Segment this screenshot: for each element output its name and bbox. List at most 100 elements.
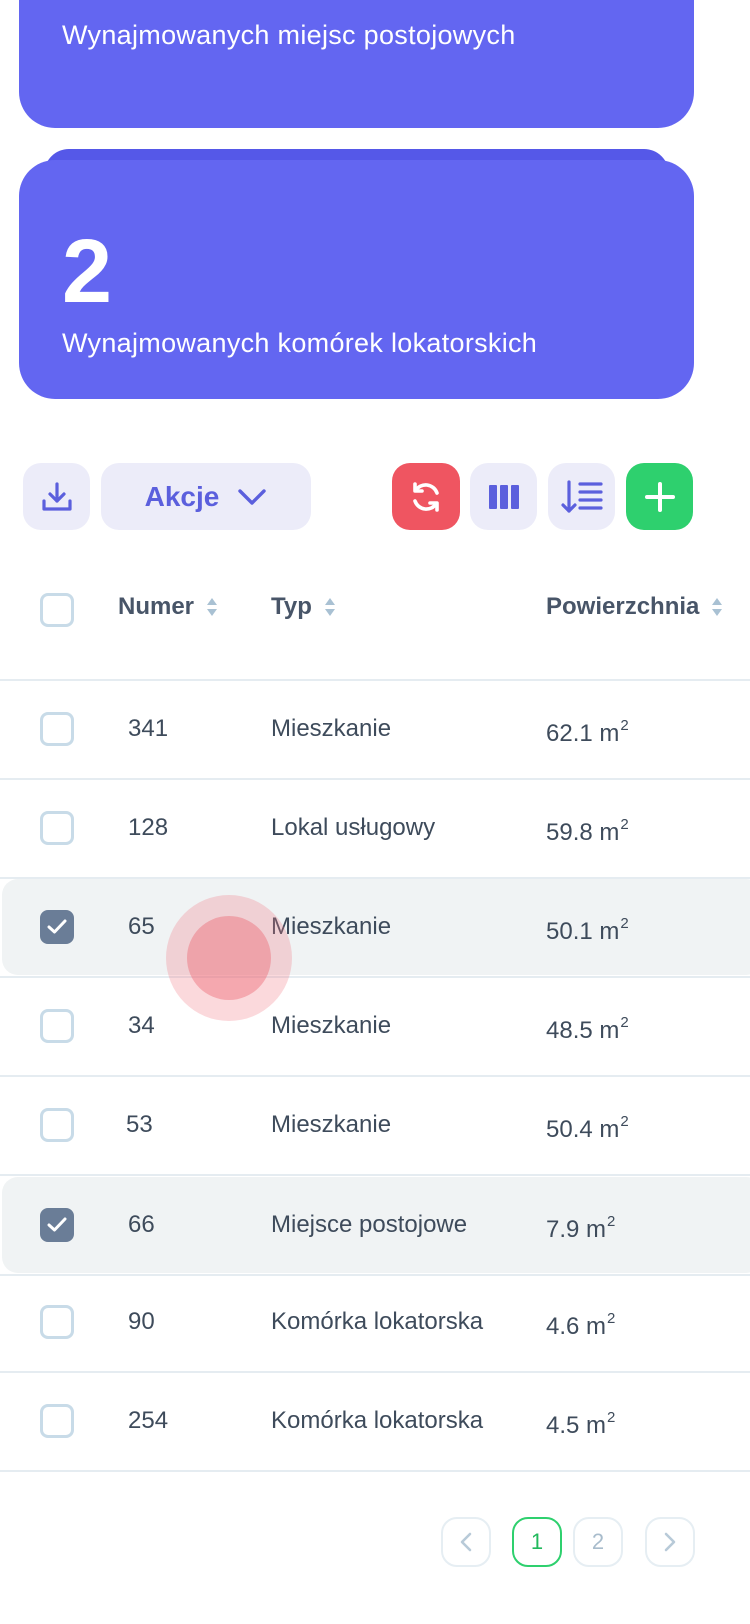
row-area-exponent: 2 [620,1113,629,1130]
row-area: 50.1 m2 [546,915,629,946]
chevron-down-icon [238,488,267,505]
row-area: 50.4 m2 [546,1113,629,1144]
row-area-value: 50.1 [546,918,593,945]
table-row-divider [0,778,750,780]
chevron-right-icon [664,1532,676,1552]
stat-card-parking[interactable]: 5 Wynajmowanych miejsc postojowych [19,0,694,128]
row-area-exponent: 2 [620,717,629,734]
page-number: 2 [591,1529,605,1554]
row-number: 53 [126,1111,153,1138]
row-checkbox[interactable] [40,910,74,944]
row-area-unit: m [599,1116,620,1143]
row-number: 341 [128,715,169,742]
prev-page-button[interactable] [441,1517,491,1567]
column-header-type[interactable]: Typ [271,593,336,621]
columns-button[interactable] [470,463,537,530]
table-row-divider [0,1174,750,1176]
table-row-divider [0,976,750,978]
row-area-unit: m [599,720,620,747]
row-area-value: 7.9 [546,1216,580,1243]
download-icon [41,481,72,511]
row-area-exponent: 2 [620,816,629,833]
row-type: Komórka lokatorska [271,1308,484,1335]
row-type: Mieszkanie [271,715,392,742]
select-all-checkbox[interactable] [40,593,74,627]
check-icon [47,1217,67,1232]
actions-dropdown-label: Akcje [144,480,220,512]
row-area: 4.6 m2 [546,1310,615,1341]
plus-icon [644,481,675,512]
row-area-unit: m [599,819,620,846]
row-area-value: 50.4 [546,1116,593,1143]
stat-card-number: 2 [62,222,113,322]
row-area-unit: m [599,1017,620,1044]
stat-card-number: 5 [62,0,112,10]
row-number: 66 [128,1211,155,1238]
row-number: 90 [128,1308,155,1335]
sort-arrows-icon [712,598,723,616]
table-row-divider [0,1371,750,1373]
row-area-unit: m [586,1216,607,1243]
row-number: 34 [128,1012,155,1039]
row-checkbox[interactable] [40,811,74,845]
touch-indicator-core [187,916,271,1000]
add-button[interactable] [626,463,693,530]
stat-card-label: Wynajmowanych komórek lokatorskich [62,328,538,358]
row-checkbox[interactable] [40,1009,74,1043]
row-type: Komórka lokatorska [271,1407,484,1434]
sort-arrows-icon [207,598,218,616]
column-header-number[interactable]: Numer [118,593,218,621]
sort-list-icon [560,479,603,513]
row-checkbox[interactable] [40,1208,74,1242]
row-area-unit: m [586,1313,607,1340]
page-button-1[interactable]: 1 [512,1517,562,1567]
sort-arrows-icon [324,598,335,616]
row-area-value: 48.5 [546,1017,593,1044]
refresh-button[interactable] [392,463,460,530]
column-header-label: Numer [118,593,195,620]
column-header-area[interactable]: Powierzchnia [546,593,723,621]
row-area-unit: m [599,918,620,945]
columns-icon [488,484,519,509]
row-type: Lokal usługowy [271,814,436,841]
actions-dropdown[interactable]: Akcje [101,463,311,530]
table-row-divider [0,1274,750,1276]
row-area-exponent: 2 [607,1310,616,1327]
row-area-value: 59.8 [546,819,593,846]
row-number: 128 [128,814,169,841]
row-area-exponent: 2 [620,1014,629,1031]
check-icon [47,919,67,934]
refresh-icon [413,481,439,512]
row-type: Mieszkanie [271,1111,392,1138]
row-area: 62.1 m2 [546,717,629,748]
page-button-2[interactable]: 2 [573,1517,623,1567]
sort-button[interactable] [548,463,615,530]
download-button[interactable] [23,463,90,530]
row-type: Mieszkanie [271,1012,392,1039]
row-checkbox[interactable] [40,1404,74,1438]
next-page-button[interactable] [645,1517,695,1567]
row-area: 48.5 m2 [546,1014,629,1045]
column-header-label: Powierzchnia [546,593,700,620]
page-number: 1 [530,1529,544,1554]
row-area-exponent: 2 [607,1409,616,1426]
row-area-value: 62.1 [546,720,593,747]
table-header-divider [0,679,750,681]
row-area-unit: m [586,1412,607,1439]
row-area: 59.8 m2 [546,816,629,847]
row-checkbox[interactable] [40,712,74,746]
row-checkbox[interactable] [40,1108,74,1142]
row-area: 4.5 m2 [546,1409,615,1440]
column-header-label: Typ [271,593,312,620]
row-type: Miejsce postojowe [271,1211,468,1238]
row-area-exponent: 2 [620,915,629,932]
row-area: 7.9 m2 [546,1213,615,1244]
row-checkbox[interactable] [40,1305,74,1339]
row-number: 254 [128,1407,169,1434]
row-type: Mieszkanie [271,913,392,940]
row-number: 65 [128,913,155,940]
row-area-exponent: 2 [607,1213,616,1230]
table-row-divider [0,1075,750,1077]
chevron-left-icon [460,1532,472,1552]
stat-card-storage[interactable]: 2 Wynajmowanych komórek lokatorskich [19,160,694,399]
